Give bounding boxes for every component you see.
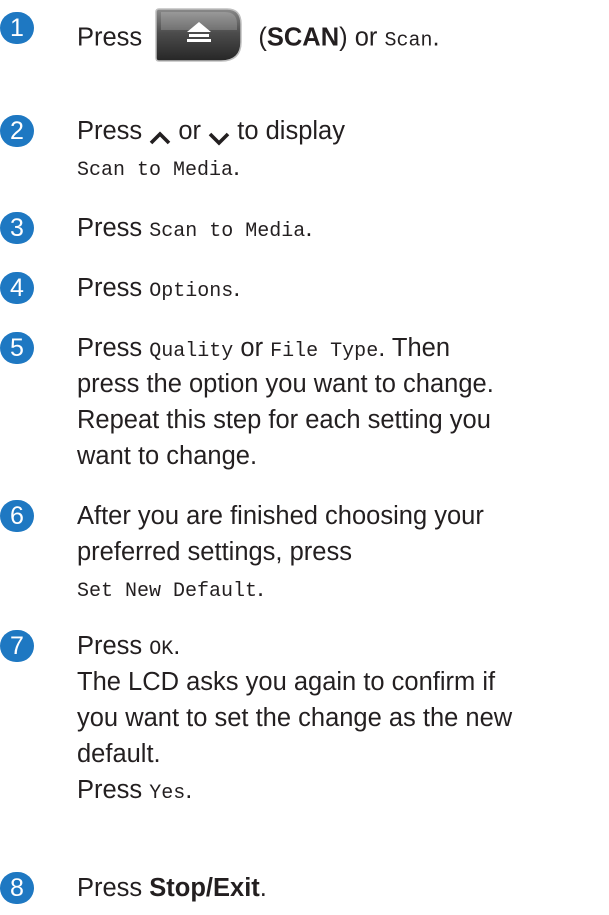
scan-key-label: SCAN bbox=[266, 23, 340, 52]
step-text: Press (SCAN) or Scan. bbox=[77, 8, 440, 68]
step-text-line: The LCD asks you again to confirm if bbox=[77, 668, 496, 696]
lcd-button-name: Yes bbox=[149, 782, 186, 805]
step-text: Press Options. bbox=[77, 270, 240, 310]
step-text: Press Stop/Exit. bbox=[77, 870, 267, 906]
up-arrow-icon bbox=[149, 121, 171, 145]
step-text-part: . bbox=[305, 214, 313, 242]
step-text-part: . bbox=[185, 776, 193, 804]
step-text-line: Repeat this step for each setting you bbox=[77, 406, 491, 434]
step-number-badge: 7 bbox=[0, 630, 34, 662]
lcd-button-name: Options bbox=[149, 280, 234, 303]
step-text: Press OK. The LCD asks you again to conf… bbox=[77, 628, 512, 808]
step-text-part: Press bbox=[77, 334, 143, 362]
step-text-part: ( bbox=[258, 23, 267, 52]
lcd-button-name: Scan to Media bbox=[77, 159, 234, 182]
step-number-badge: 2 bbox=[0, 115, 34, 147]
step-text-part: Press bbox=[77, 214, 143, 242]
step-text-line: press the option you want to change. bbox=[77, 370, 494, 398]
lcd-button-name: Set New Default bbox=[77, 580, 258, 603]
step-text-part: Press bbox=[77, 23, 143, 52]
step-text-part: . bbox=[233, 153, 241, 181]
step-number-badge: 3 bbox=[0, 212, 34, 244]
step-text-line: After you are finished choosing your bbox=[77, 502, 484, 530]
step-text-line: preferred settings, press bbox=[77, 538, 352, 566]
step-number-badge: 6 bbox=[0, 500, 34, 532]
step-text-part: . bbox=[257, 574, 265, 602]
down-arrow-icon bbox=[208, 121, 230, 146]
step-text-line: want to change. bbox=[77, 442, 258, 470]
step-number-badge: 8 bbox=[0, 872, 34, 904]
step-number-badge: 4 bbox=[0, 272, 34, 304]
step-text-part: Press bbox=[77, 117, 143, 145]
lcd-button-name: Quality bbox=[149, 340, 234, 363]
step-text: Press or to display Scan to Media. bbox=[77, 113, 345, 185]
step-text-part: to display bbox=[237, 117, 345, 145]
step-text-part: Press bbox=[77, 874, 143, 902]
step-text-part: . bbox=[173, 632, 181, 660]
step-text-part: . bbox=[233, 274, 241, 302]
lcd-button-name: OK bbox=[149, 638, 174, 661]
lcd-button-name: Scan to Media bbox=[149, 220, 306, 243]
step-text-part: ) or bbox=[339, 23, 378, 52]
step-text-part: or bbox=[178, 117, 202, 145]
step-text: After you are finished choosing your pre… bbox=[77, 498, 484, 606]
step-text-part: Press bbox=[77, 632, 143, 660]
step-text-part: Press bbox=[77, 274, 143, 302]
lcd-button-name: File Type bbox=[270, 340, 379, 363]
step-text-part: . Then bbox=[378, 334, 451, 362]
step-text: Press Scan to Media. bbox=[77, 210, 312, 250]
step-text-line: default. bbox=[77, 740, 161, 768]
step-text: Press Quality or File Type. Then press t… bbox=[77, 330, 494, 474]
step-number-badge: 1 bbox=[0, 12, 34, 44]
stop-exit-key-label: Stop/Exit bbox=[149, 874, 260, 902]
scan-key-icon bbox=[153, 6, 245, 64]
step-text-part: or bbox=[240, 334, 264, 362]
step-text-line: you want to set the change as the new bbox=[77, 704, 513, 732]
step-text-part: Press bbox=[77, 776, 143, 804]
step-text-part: . bbox=[432, 23, 440, 52]
step-number-badge: 5 bbox=[0, 332, 34, 364]
lcd-button-name: Scan bbox=[384, 29, 433, 53]
step-text-part: . bbox=[259, 874, 267, 902]
